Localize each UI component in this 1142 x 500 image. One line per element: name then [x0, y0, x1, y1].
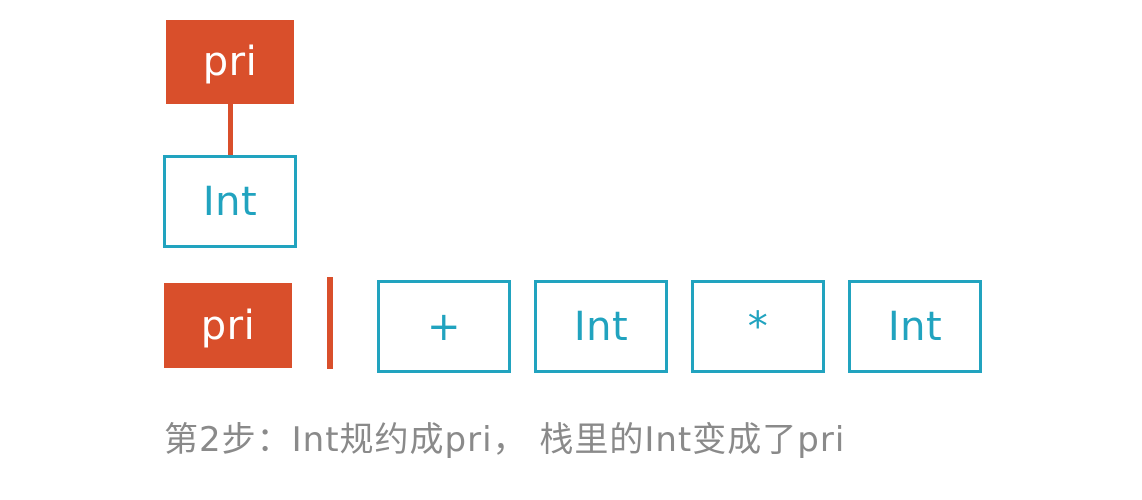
input-token-label: *	[747, 303, 769, 350]
input-token: +	[377, 280, 511, 373]
input-token-label: Int	[573, 303, 629, 350]
tree-edge	[228, 104, 233, 157]
tree-child-node: Int	[163, 155, 297, 248]
input-token-label: +	[426, 303, 461, 350]
input-token: Int	[534, 280, 668, 373]
input-token: *	[691, 280, 825, 373]
tree-parent-label: pri	[202, 39, 258, 85]
stack-item: pri	[164, 283, 292, 368]
input-token: Int	[848, 280, 982, 373]
tree-child-label: Int	[202, 178, 258, 225]
tree-parent-node: pri	[166, 20, 294, 104]
stack-input-divider	[327, 277, 333, 369]
diagram-caption: 第2步：Int规约成pri， 栈里的Int变成了pri	[164, 420, 846, 460]
input-token-label: Int	[887, 303, 943, 350]
stack-item-label: pri	[200, 302, 256, 349]
